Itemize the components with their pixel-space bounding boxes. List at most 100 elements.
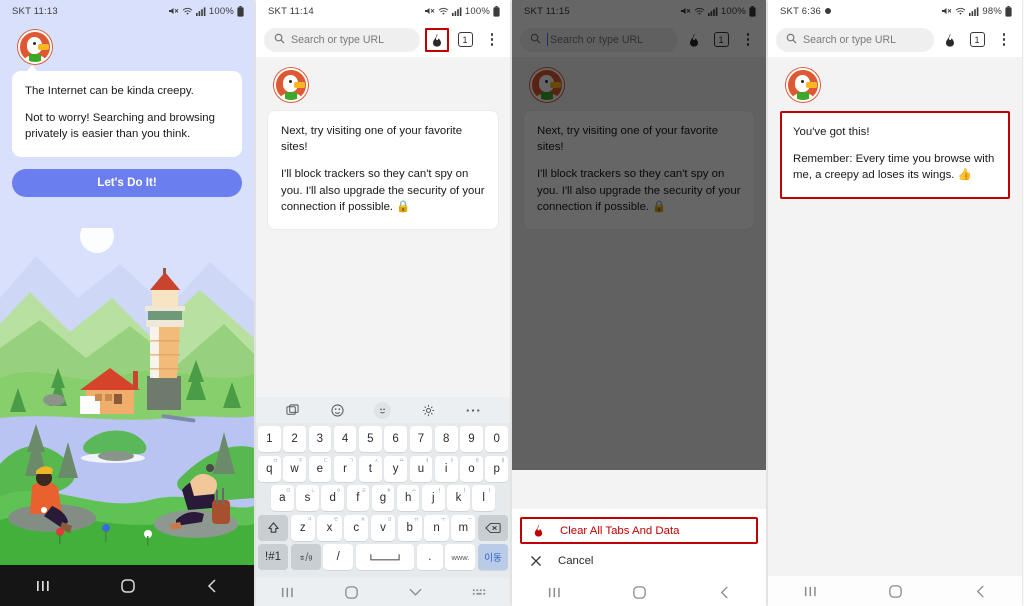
www-key[interactable]: www.: [445, 544, 476, 571]
backspace-key[interactable]: [477, 514, 508, 541]
battery-percentage: 98%: [982, 5, 1002, 17]
tab-counter-button[interactable]: 1: [966, 29, 988, 51]
status-carrier-time: SKT 11:14: [268, 5, 314, 17]
emoji-icon[interactable]: [374, 401, 392, 419]
key-a[interactable]: ㅁa: [271, 485, 294, 512]
key-q[interactable]: ㅂq: [257, 455, 281, 482]
key-l[interactable]: ㅣl: [472, 485, 495, 512]
clear-all-tabs-and-data-button[interactable]: Clear All Tabs And Data: [520, 517, 758, 544]
back-icon[interactable]: [974, 584, 987, 599]
search-icon: [786, 33, 797, 47]
back-icon[interactable]: [205, 578, 219, 594]
android-navigation-bar: [256, 578, 510, 606]
back-icon[interactable]: [718, 585, 731, 600]
search-input[interactable]: Search or type URL: [264, 27, 420, 52]
home-icon[interactable]: [120, 578, 136, 594]
key-c[interactable]: ㅊc: [344, 514, 369, 541]
browser-toolbar: Search or type URL 1: [256, 22, 510, 57]
lets-do-it-button[interactable]: Let's Do It!: [12, 168, 242, 197]
more-options-button[interactable]: [481, 29, 503, 51]
clipboard-icon[interactable]: [284, 402, 301, 419]
key-t[interactable]: ㅅt: [359, 455, 382, 482]
key-6[interactable]: 6: [384, 426, 407, 453]
onboarding-screen: SKT 11:13 100% The Internet can be kinda…: [0, 0, 254, 606]
home-icon[interactable]: [888, 584, 903, 599]
space-key[interactable]: [355, 544, 415, 571]
key-f[interactable]: ㄹf: [346, 485, 370, 512]
key-s[interactable]: ㄴs: [296, 485, 319, 512]
key-r-hangul: ㄱ: [348, 458, 354, 465]
key-8[interactable]: 8: [434, 426, 458, 453]
key-0[interactable]: 0: [485, 426, 509, 453]
slash-key[interactable]: /: [323, 544, 354, 571]
symbols-key[interactable]: !#1: [258, 544, 288, 571]
key-j[interactable]: ㅓj: [422, 485, 445, 512]
settings-icon[interactable]: [420, 402, 437, 419]
key-e-label: e: [316, 462, 324, 475]
recents-icon[interactable]: [35, 579, 51, 593]
duckduckgo-logo-icon: [786, 68, 820, 102]
key-a-hangul: ㅁ: [285, 487, 291, 494]
cancel-label: Cancel: [558, 555, 594, 567]
key-h[interactable]: ㅗh: [396, 485, 420, 512]
key-z[interactable]: ㅋz: [290, 514, 315, 541]
key-i[interactable]: ㅑi: [434, 455, 458, 482]
key-m-hangul: ㅡ: [467, 517, 473, 524]
key-s-hangul: ㄴ: [310, 487, 316, 494]
key-i-label: i: [444, 462, 448, 475]
keyboard-keys: 1 2 3 4 5 6 7 8 9 0 ㅂq ㅈw ㄷe ㄱr ㅅt ㅛ y ㅕ…: [256, 423, 510, 578]
cancel-button[interactable]: Cancel: [512, 544, 766, 578]
key-2[interactable]: 2: [283, 426, 306, 453]
recents-icon[interactable]: [547, 586, 562, 599]
key-5[interactable]: 5: [359, 426, 382, 453]
key-p[interactable]: ㅔp: [485, 455, 509, 482]
hide-keyboard-icon[interactable]: [408, 587, 423, 597]
key-b[interactable]: ㅠb: [397, 514, 422, 541]
keyboard-switch-icon[interactable]: [472, 587, 486, 597]
key-4[interactable]: 4: [333, 426, 357, 453]
recents-icon[interactable]: [803, 585, 818, 598]
key-n[interactable]: ㅜn: [424, 514, 449, 541]
key-9[interactable]: 9: [460, 426, 483, 453]
home-icon[interactable]: [632, 585, 647, 600]
key-k[interactable]: ㅏk: [447, 485, 470, 512]
key-y[interactable]: ㅛy: [384, 455, 407, 482]
key-r[interactable]: ㄱr: [333, 455, 357, 482]
key-k-label: k: [455, 492, 462, 505]
key-w[interactable]: ㅈw: [283, 455, 306, 482]
key-o-label: o: [468, 462, 475, 475]
sticker-icon[interactable]: [329, 402, 346, 419]
language-toggle-key[interactable]: ㅎ / g: [290, 544, 321, 571]
onboarding-message-bubble: Next, try visiting one of your favorite …: [268, 111, 498, 229]
recents-icon[interactable]: [280, 586, 295, 599]
period-key[interactable]: .: [416, 544, 443, 571]
key-q-label: q: [266, 462, 273, 475]
key-v[interactable]: ㅍv: [370, 514, 396, 541]
key-x[interactable]: ㅌx: [317, 514, 342, 541]
key-3[interactable]: 3: [308, 426, 332, 453]
wifi-icon: [955, 6, 966, 16]
key-e[interactable]: ㄷe: [308, 455, 332, 482]
home-icon[interactable]: [344, 585, 359, 600]
scrim-overlay[interactable]: [512, 0, 766, 470]
key-u[interactable]: ㅕu: [409, 455, 433, 482]
more-icon[interactable]: [465, 402, 482, 419]
shift-key[interactable]: [258, 514, 289, 541]
key-o[interactable]: ㅐo: [460, 455, 483, 482]
tab-counter-button[interactable]: 1: [454, 29, 476, 51]
key-1[interactable]: 1: [257, 426, 281, 453]
key-7[interactable]: 7: [409, 426, 433, 453]
search-input[interactable]: Search or type URL: [776, 27, 934, 52]
onboarding-message-bubble: You've got this! Remember: Every time yo…: [780, 111, 1010, 199]
more-options-button[interactable]: [993, 29, 1015, 51]
key-m[interactable]: ㅡm: [451, 514, 476, 541]
key-v-hangul: ㅍ: [387, 517, 393, 524]
key-h-hangul: ㅗ: [411, 487, 417, 494]
fire-button[interactable]: [939, 29, 961, 51]
wifi-icon: [438, 6, 449, 16]
fire-button[interactable]: [425, 27, 449, 52]
tab-count-label: 1: [969, 32, 985, 47]
go-key[interactable]: 이동: [478, 544, 508, 571]
key-d[interactable]: ㅇd: [321, 485, 344, 512]
key-g[interactable]: ㅎg: [371, 485, 395, 512]
